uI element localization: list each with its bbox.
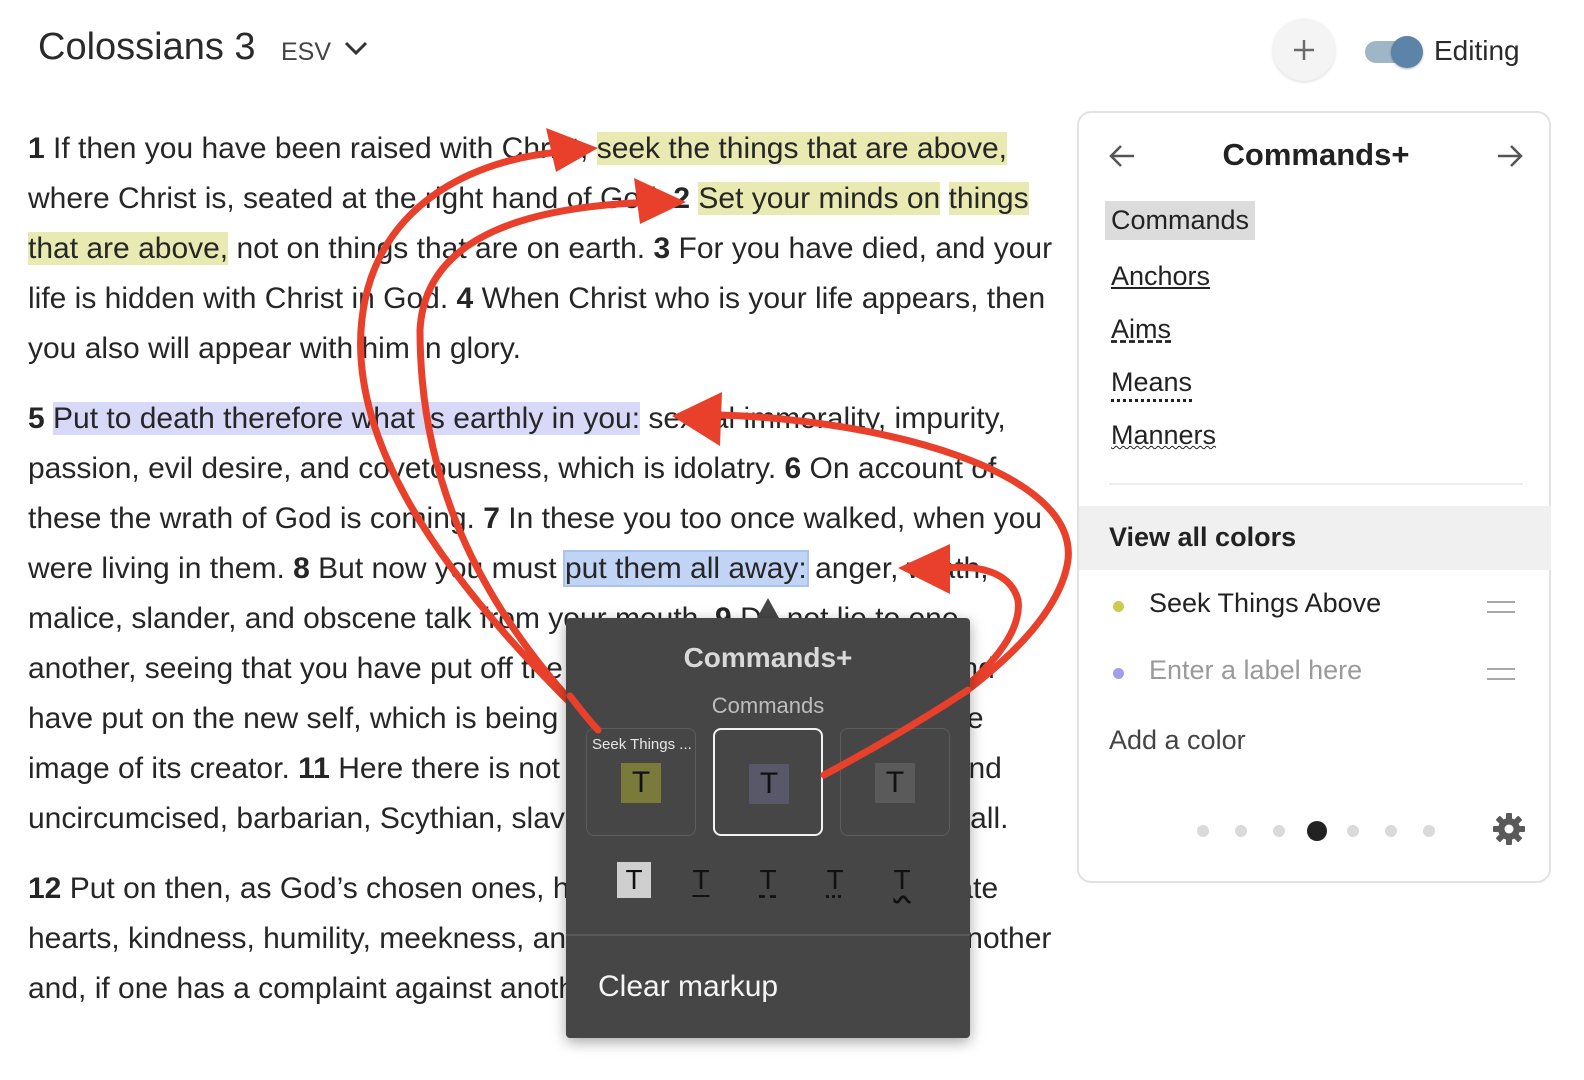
popup-pointer	[757, 598, 779, 618]
verse-number: 12	[28, 872, 62, 905]
verse-number: 11	[298, 752, 330, 785]
pager-dot[interactable]	[1273, 825, 1285, 837]
add-button[interactable]	[1273, 19, 1335, 81]
clear-markup-button[interactable]: Clear markup	[598, 970, 778, 1004]
verse-text[interactable]: But now you must	[318, 552, 556, 585]
color-row[interactable]: Seek Things Above	[1079, 581, 1551, 631]
editing-toggle[interactable]	[1365, 36, 1423, 68]
verse-number: 5	[28, 402, 45, 435]
add-color-button[interactable]: Add a color	[1109, 725, 1246, 756]
highlight-seek-things-above[interactable]: seek the things that are above,	[596, 132, 1007, 165]
paragraph: 1 If then you have been raised with Chri…	[28, 124, 1058, 374]
dotted-underline-style-option[interactable]: T	[818, 862, 852, 898]
verse-number: 7	[483, 502, 500, 535]
color-row[interactable]: Enter a label here	[1079, 648, 1551, 698]
page-indicator	[1191, 819, 1451, 843]
verse-number: 2	[673, 182, 691, 215]
gear-icon[interactable]	[1491, 811, 1527, 847]
drag-handle-icon[interactable]	[1487, 601, 1515, 613]
text-style-icon: T	[621, 763, 661, 803]
pager-dot[interactable]	[1347, 825, 1359, 837]
highlight-command[interactable]: Put to death therefore what is earthly i…	[53, 402, 641, 435]
verse-number: 3	[653, 232, 671, 265]
verse-number: 8	[293, 552, 310, 585]
verse-number: 4	[456, 282, 474, 315]
pager-dot[interactable]	[1235, 825, 1247, 837]
category-means[interactable]: Means	[1111, 367, 1192, 398]
header: Colossians 3 ESV Editing	[0, 0, 1584, 100]
color-swatch-selected[interactable]: T	[713, 728, 823, 836]
color-swatch[interactable]: Seek Things ... T	[586, 728, 696, 836]
color-dot	[1113, 601, 1124, 612]
highlight-style-option[interactable]: T	[617, 862, 651, 898]
chevron-down-icon[interactable]	[342, 38, 370, 60]
divider	[566, 934, 970, 936]
pager-dot[interactable]	[1423, 825, 1435, 837]
verse-number: 1	[28, 132, 45, 165]
color-label[interactable]: Seek Things Above	[1149, 588, 1381, 619]
dashed-underline-style-option[interactable]: T	[751, 862, 785, 898]
markup-style-row: T T T T T	[566, 862, 970, 902]
highlight-seek-things-above[interactable]: Set your minds on	[698, 182, 941, 215]
commands-panel: Commands+ Commands Anchors Aims Means Ma…	[1077, 111, 1551, 883]
view-all-colors-button[interactable]: View all colors	[1079, 506, 1551, 570]
pager-dot-active[interactable]	[1307, 821, 1327, 841]
color-swatch[interactable]: T	[840, 728, 950, 836]
text-style-icon: T	[875, 763, 915, 803]
color-dot	[1113, 668, 1124, 679]
popup-subtitle: Commands	[711, 693, 825, 718]
editing-label: Editing	[1434, 35, 1520, 66]
category-aims[interactable]: Aims	[1111, 314, 1171, 345]
text-style-icon: T	[749, 764, 789, 804]
color-label-input[interactable]: Enter a label here	[1149, 655, 1362, 686]
verse-number: 6	[784, 452, 802, 485]
category-anchors[interactable]: Anchors	[1111, 261, 1210, 292]
view-all-colors-label: View all colors	[1109, 522, 1297, 552]
markup-popup: Commands+ Commands Seek Things ... T T T…	[566, 618, 970, 1038]
toggle-knob	[1391, 36, 1423, 68]
verse-text[interactable]: If then you have been raised with Christ…	[53, 132, 588, 165]
pager-dot[interactable]	[1385, 825, 1397, 837]
underline-style-option[interactable]: T	[684, 862, 718, 898]
category-manners[interactable]: Manners	[1111, 420, 1216, 451]
version-selector[interactable]: ESV	[281, 38, 331, 67]
verse-text[interactable]: not on things that are on earth.	[237, 232, 646, 265]
pager-dot[interactable]	[1197, 825, 1209, 837]
plus-icon	[1294, 40, 1314, 60]
popup-title: Commands+	[683, 642, 853, 673]
panel-title: Commands+	[1222, 137, 1410, 172]
drag-handle-icon[interactable]	[1487, 668, 1515, 680]
page-title[interactable]: Colossians 3	[38, 26, 256, 69]
swatch-label: Seek Things ...	[592, 736, 692, 753]
arrow-right-icon[interactable]	[1495, 141, 1525, 171]
divider	[1109, 483, 1523, 485]
verse-text[interactable]: where Christ is, seated at the right han…	[28, 182, 665, 215]
category-commands[interactable]: Commands	[1105, 201, 1256, 240]
selected-text[interactable]: put them all away:	[562, 550, 809, 587]
wavy-underline-style-option[interactable]: T	[885, 862, 919, 898]
